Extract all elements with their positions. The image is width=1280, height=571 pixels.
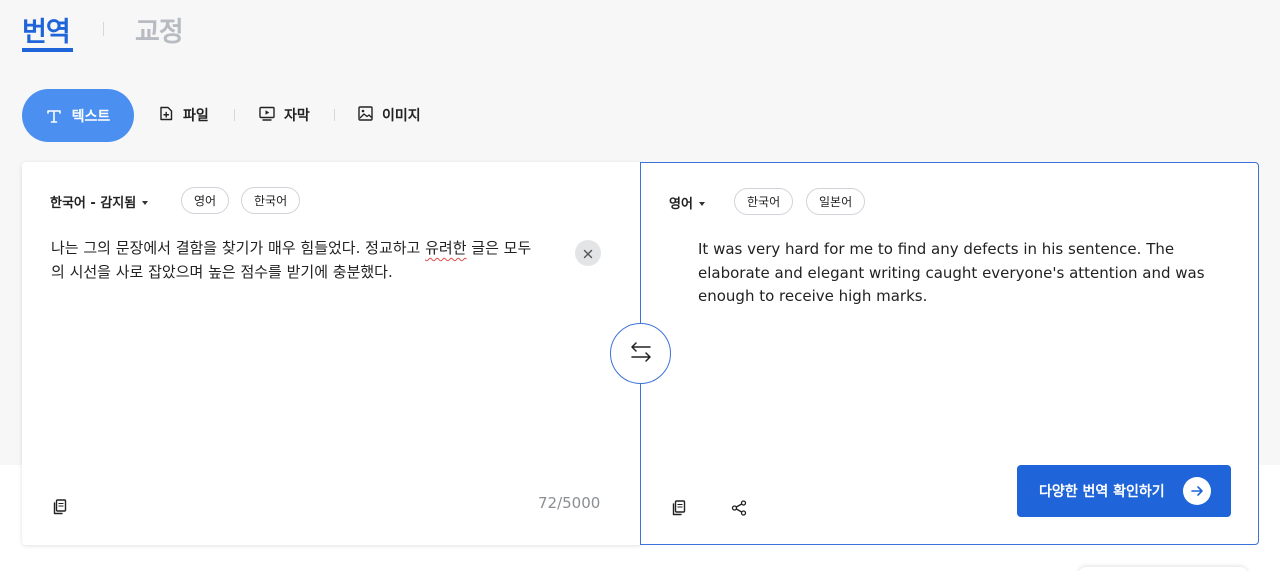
- text-t-icon: [46, 108, 62, 124]
- share-icon: [730, 500, 748, 521]
- swap-languages-button[interactable]: [610, 323, 671, 384]
- source-quick-lang-english[interactable]: 영어: [181, 187, 230, 214]
- chevron-down-icon: [698, 201, 705, 206]
- source-quick-lang-korean[interactable]: 한국어: [241, 187, 301, 214]
- active-tab-indicator: [22, 48, 73, 52]
- tab-translate[interactable]: 번역: [22, 10, 71, 49]
- target-language-select[interactable]: 영어: [669, 193, 705, 212]
- more-translations-label: 다양한 번역 확인하기: [1039, 484, 1165, 500]
- mode-subtitle-button[interactable]: 자막: [258, 104, 310, 126]
- character-count: 72/5000: [538, 494, 601, 512]
- tab-divider: [103, 22, 104, 36]
- copy-icon: [52, 499, 68, 520]
- copy-source-button[interactable]: [52, 498, 68, 520]
- target-quick-lang-japanese[interactable]: 일본어: [806, 188, 866, 215]
- source-text-part: 나는 그의 문장에서 결함을 찾기가 매우 힘들었다. 정교하고: [51, 239, 426, 257]
- copy-translation-button[interactable]: [671, 499, 687, 521]
- swap-arrows-icon: [629, 341, 653, 367]
- source-language-select[interactable]: 한국어 - 감지됨: [50, 192, 149, 211]
- source-panel: 한국어 - 감지됨 영어 한국어 나는 그의 문장에서 결함을 찾기가 매우 힘…: [22, 162, 641, 545]
- mode-text-button[interactable]: 텍스트: [22, 89, 134, 142]
- clear-text-button[interactable]: [575, 240, 601, 266]
- mode-subtitle-label: 자막: [284, 108, 310, 124]
- spelling-error-word[interactable]: 유려한: [425, 239, 466, 257]
- floating-card-edge: [1078, 567, 1248, 571]
- target-language-label: 영어: [669, 197, 693, 212]
- translated-text: It was very hard for me to find any defe…: [698, 240, 1205, 305]
- file-add-icon: [158, 105, 175, 126]
- close-icon: [583, 244, 593, 263]
- mode-image-button[interactable]: 이미지: [357, 104, 421, 126]
- image-icon: [357, 105, 374, 126]
- mode-image-label: 이미지: [382, 108, 421, 124]
- video-play-icon: [258, 105, 276, 126]
- source-text-input[interactable]: 나는 그의 문장에서 결함을 찾기가 매우 힘들었다. 정교하고 유려한 글은 …: [51, 236, 541, 284]
- source-language-label: 한국어 - 감지됨: [50, 196, 137, 211]
- target-quick-lang-korean[interactable]: 한국어: [734, 188, 794, 215]
- more-translations-button[interactable]: 다양한 번역 확인하기: [1017, 465, 1231, 517]
- mode-file-label: 파일: [183, 108, 209, 124]
- tab-proofread[interactable]: 교정: [135, 10, 184, 49]
- mode-divider: [334, 109, 335, 121]
- chevron-down-icon: [142, 200, 149, 205]
- mode-text-label: 텍스트: [71, 108, 111, 125]
- share-button[interactable]: [730, 499, 748, 521]
- arrow-right-icon: [1182, 477, 1211, 505]
- target-panel: 영어 한국어 일본어 It was very hard for me to fi…: [640, 162, 1259, 545]
- copy-icon: [671, 500, 687, 521]
- mode-divider: [234, 109, 235, 121]
- mode-file-button[interactable]: 파일: [158, 104, 209, 126]
